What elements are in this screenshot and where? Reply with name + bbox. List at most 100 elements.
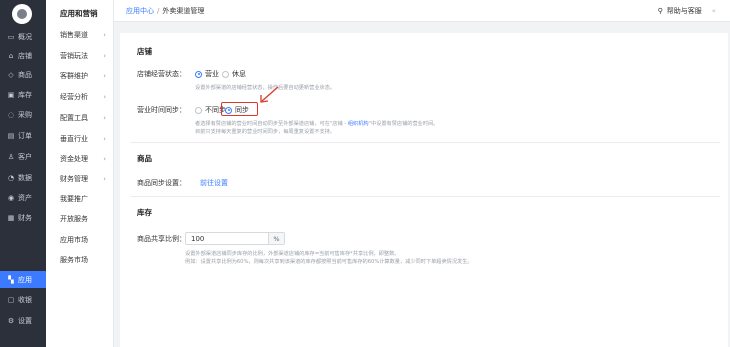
primary-sidebar: ▭ 概况 ⌂ 店铺 ◇ 商品 ▣ 库存 ◌ 采购 ▤ 订单 ♙ 客户 ◔ 数据 ◉ 资产 ▦ 财务 … xyxy=(0,0,46,347)
sidebar-item-label: 服务市场 xyxy=(60,256,88,264)
collapse-icon[interactable]: « xyxy=(712,7,716,15)
chevron-right-icon: › xyxy=(103,31,106,39)
sidebar-item-promotion[interactable]: 我要推广 xyxy=(60,193,112,205)
divider xyxy=(130,196,720,197)
breadcrumb-current: 外卖渠道管理 xyxy=(162,7,205,15)
sidebar-item-label: 应用市场 xyxy=(60,236,88,244)
radio-label: 休息 xyxy=(232,70,246,78)
breadcrumb-app-center[interactable]: 应用中心 xyxy=(126,7,154,15)
radio-open[interactable]: 营业 xyxy=(195,69,219,79)
sidebar-item-label: 营销玩法 xyxy=(60,52,88,60)
sidebar-item-app-market[interactable]: 应用市场 xyxy=(60,234,112,246)
chevron-right-icon: › xyxy=(103,93,106,101)
nav-label: 财务 xyxy=(18,213,32,222)
help-button[interactable]: ⚲ 帮助与客服 « xyxy=(658,6,716,16)
chevron-right-icon: › xyxy=(103,135,106,143)
nav-label: 客户 xyxy=(18,152,32,161)
store-icon: ⌂ xyxy=(8,51,14,60)
nav-label: 设置 xyxy=(18,316,32,325)
nav-orders[interactable]: ▤ 订单 xyxy=(0,127,46,144)
share-ratio-label: 商品共享比例： xyxy=(137,235,186,243)
sidebar-item-customer-care[interactable]: 客群维护 › xyxy=(60,70,112,82)
org-structure-link[interactable]: 组织机构 xyxy=(348,121,369,127)
nav-label: 商品 xyxy=(18,70,32,79)
sidebar-item-finance-mgmt[interactable]: 财务管理 › xyxy=(60,173,112,185)
clipboard-icon: ▤ xyxy=(7,131,15,140)
nav-label: 收银 xyxy=(18,295,32,304)
radio-rest[interactable]: 休息 xyxy=(222,69,246,79)
nav-label: 应用 xyxy=(18,275,32,284)
store-status-label: 店铺经营状态： xyxy=(137,70,186,78)
nav-settings[interactable]: ⚙ 设置 xyxy=(0,312,46,329)
radio-label: 营业 xyxy=(205,70,219,78)
chevron-right-icon: › xyxy=(103,114,106,122)
chart-icon: ◔ xyxy=(7,173,15,182)
sidebar-item-open-service[interactable]: 开放服务 xyxy=(60,213,112,225)
goods-sync-label: 商品同步设置： xyxy=(137,179,186,187)
search-icon: ⚲ xyxy=(657,7,663,15)
grid-icon: ▚ xyxy=(8,275,14,284)
sidebar-item-label: 销售渠道 xyxy=(60,31,88,39)
chevron-right-icon: › xyxy=(103,155,106,163)
sidebar-title: 应用和营销 xyxy=(60,9,98,18)
nav-label: 采购 xyxy=(18,110,32,119)
nav-inventory[interactable]: ▣ 库存 xyxy=(0,86,46,103)
nav-label: 订单 xyxy=(18,131,32,140)
hint-text: "中设置有赞店铺的营业时间。 xyxy=(368,121,439,127)
time-sync-hint-2: 目前只支持每天重复的营业时间同步，每周重复设置不支持。 xyxy=(195,129,336,135)
nav-purchase[interactable]: ◌ 采购 xyxy=(0,106,46,123)
percent-unit: % xyxy=(268,233,284,244)
section-title-goods: 商品 xyxy=(137,154,152,163)
nav-label: 资产 xyxy=(18,193,32,202)
box-icon: ▣ xyxy=(7,90,15,99)
nav-assets[interactable]: ◉ 资产 xyxy=(0,189,46,206)
nav-goods[interactable]: ◇ 商品 xyxy=(0,66,46,83)
breadcrumb-separator: / xyxy=(157,7,160,15)
chevron-right-icon: › xyxy=(103,72,106,80)
divider xyxy=(130,142,720,143)
sidebar-item-funds[interactable]: 资金处理 › xyxy=(60,153,112,165)
time-sync-hint-1: 者选择有赞店铺的营业时间自动同步至外部渠道店铺，可在"店铺 - 组织机构"中设置… xyxy=(195,120,438,127)
sidebar-item-label: 开放服务 xyxy=(60,215,88,223)
nav-cashier[interactable]: ▢ 收银 xyxy=(0,291,46,308)
radio-dot xyxy=(222,70,229,78)
nav-label: 库存 xyxy=(18,90,32,99)
section-title-store: 店铺 xyxy=(137,47,152,56)
sidebar-item-service-market[interactable]: 服务市场 xyxy=(60,254,112,266)
top-bar: 应用中心 / 外卖渠道管理 ⚲ 帮助与客服 « xyxy=(114,0,730,22)
highlight-box xyxy=(221,102,258,116)
nav-label: 概况 xyxy=(18,32,32,41)
sidebar-item-vertical[interactable]: 垂直行业 › xyxy=(60,133,112,145)
share-ratio-value[interactable]: 100 xyxy=(186,235,268,243)
asset-icon: ◉ xyxy=(7,193,15,202)
help-label: 帮助与客服 xyxy=(666,7,702,15)
sidebar-item-marketing[interactable]: 营销玩法 › xyxy=(60,50,112,62)
goods-sync-link[interactable]: 前往设置 xyxy=(200,178,228,188)
nav-data[interactable]: ◔ 数据 xyxy=(0,169,46,186)
settings-card: 店铺 店铺经营状态： 营业 休息 设置外部渠道的店铺经营状态，操作后要自动更新营… xyxy=(120,33,728,347)
section-title-inventory: 库存 xyxy=(137,208,152,217)
gear-icon: ⚙ xyxy=(7,316,15,325)
nav-label: 店铺 xyxy=(18,51,32,60)
sidebar-item-label: 资金处理 xyxy=(60,155,88,163)
nav-customers[interactable]: ♙ 客户 xyxy=(0,148,46,165)
share-ratio-input[interactable]: 100 % xyxy=(185,232,285,245)
cart-icon: ◌ xyxy=(7,110,15,119)
store-logo[interactable] xyxy=(12,4,32,24)
nav-store[interactable]: ⌂ 店铺 xyxy=(0,47,46,64)
nav-apps[interactable]: ▚ 应用 xyxy=(0,271,46,288)
nav-overview[interactable]: ▭ 概况 xyxy=(0,28,46,45)
time-sync-label: 营业时间同步： xyxy=(137,106,186,114)
sidebar-item-sales-channel[interactable]: 销售渠道 › xyxy=(60,29,112,41)
sidebar-item-analysis[interactable]: 经营分析 › xyxy=(60,91,112,103)
sidebar-item-label: 配置工具 xyxy=(60,114,88,122)
annotation-arrow-icon xyxy=(260,86,279,103)
share-ratio-hint-1: 设置外部渠道店铺同步库存的比例，外部渠道店铺的库存=当前可售库存*共享比例，即整… xyxy=(185,251,400,257)
sidebar-item-label: 垂直行业 xyxy=(60,135,88,143)
sidebar-item-tools[interactable]: 配置工具 › xyxy=(60,112,112,124)
radio-dot xyxy=(195,106,202,114)
app-window: ▭ 概况 ⌂ 店铺 ◇ 商品 ▣ 库存 ◌ 采购 ▤ 订单 ♙ 客户 ◔ 数据 ◉ 资产 ▦ 财务 … xyxy=(0,0,730,347)
nav-finance[interactable]: ▦ 财务 xyxy=(0,209,46,226)
monitor-icon: ▭ xyxy=(7,32,15,41)
sidebar-item-label: 经营分析 xyxy=(60,93,88,101)
